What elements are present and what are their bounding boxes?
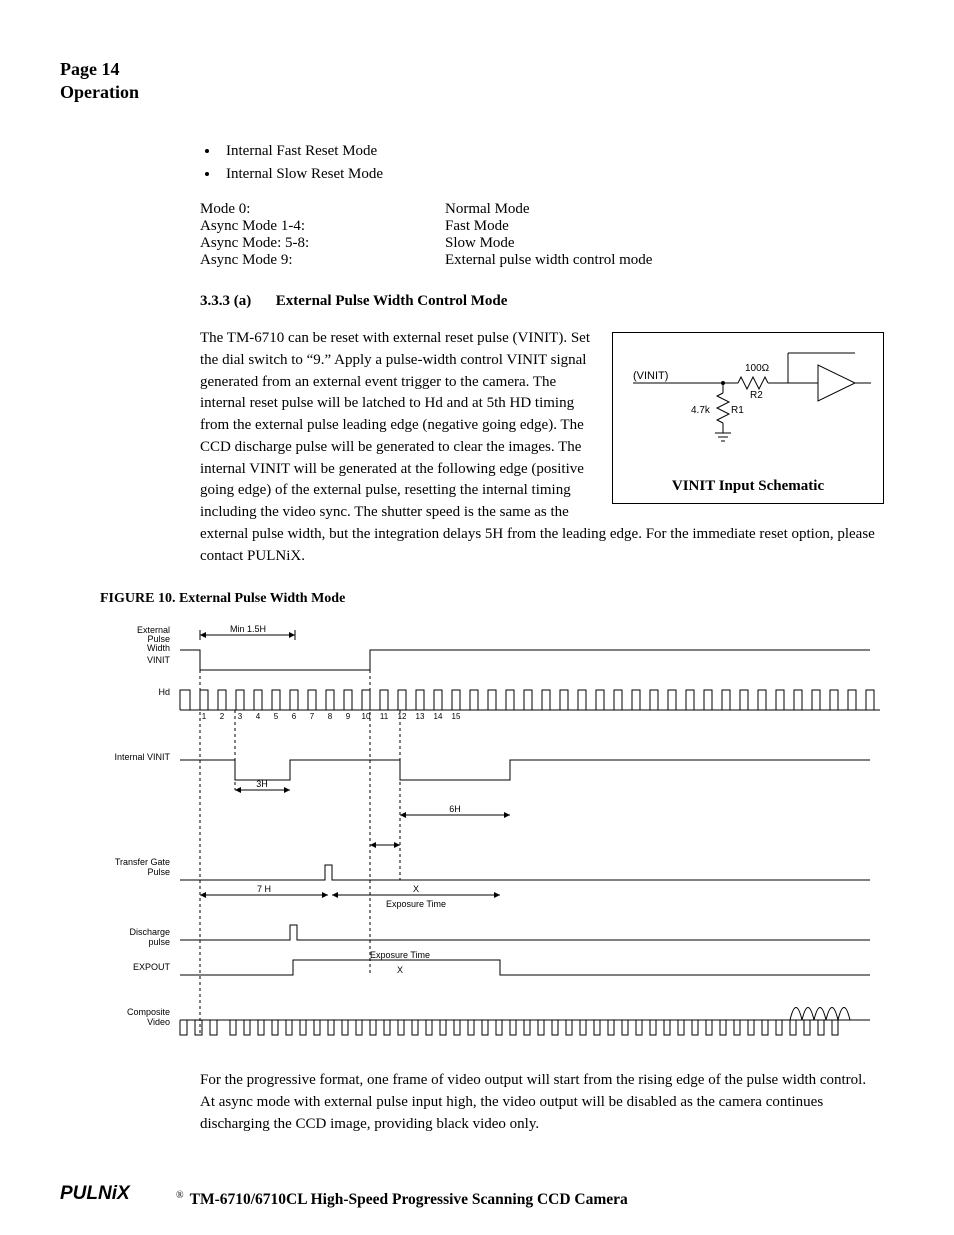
- timing-label: VINIT: [147, 655, 171, 665]
- pulnix-logo-icon: PULNiX: [60, 1182, 170, 1204]
- schematic-r1-label: R1: [731, 405, 744, 416]
- timing-annotation: 6H: [449, 804, 461, 814]
- bullet-item: Internal Fast Reset Mode: [220, 143, 884, 160]
- timing-annotation: Exposure Time: [370, 950, 430, 960]
- timing-label: Hd: [158, 687, 170, 697]
- timing-annotation: X: [413, 884, 419, 894]
- mode-value: Slow Mode: [445, 235, 884, 252]
- body-paragraph-2: For the progressive format, one frame of…: [200, 1070, 884, 1135]
- page-header: Page 14 Operation: [60, 58, 894, 103]
- timing-label: Transfer GatePulse: [115, 857, 170, 877]
- section-name: Operation: [60, 81, 894, 104]
- mode-table: Mode 0: Normal Mode Async Mode 1-4: Fast…: [200, 201, 884, 269]
- hd-number: 12: [398, 712, 407, 721]
- timing-annotation: 7 H: [257, 884, 271, 894]
- schematic-r100-label: 100Ω: [745, 363, 770, 374]
- schematic-caption: VINIT Input Schematic: [621, 478, 875, 495]
- mode-value: Fast Mode: [445, 218, 884, 235]
- mode-row: Async Mode: 5-8: Slow Mode: [200, 235, 884, 252]
- schematic-vinit-label: (VINIT): [633, 370, 668, 382]
- footer-title: TM-6710/6710CL High-Speed Progressive Sc…: [190, 1191, 628, 1209]
- hd-number: 14: [434, 712, 443, 721]
- timing-annotation: 3H: [256, 779, 268, 789]
- subsection-heading: 3.3.3 (a) External Pulse Width Control M…: [200, 293, 884, 310]
- timing-diagram: ExternalPulseWidth VINIT Hd Internal VIN…: [100, 615, 894, 1050]
- timing-label: Dischargepulse: [129, 927, 170, 947]
- registered-mark: ®: [176, 1190, 184, 1201]
- mode-label: Async Mode: 5-8:: [200, 235, 445, 252]
- hd-number: 6: [292, 712, 297, 721]
- timing-annotation: Min 1.5H: [230, 624, 266, 634]
- schematic-icon: (VINIT) 100Ω R2 4.7k: [623, 343, 873, 453]
- schematic-r2-label: R2: [750, 390, 763, 401]
- hd-number: 4: [256, 712, 261, 721]
- hd-number: 15: [452, 712, 461, 721]
- hd-number: 7: [310, 712, 315, 721]
- hd-number: 3: [238, 712, 243, 721]
- hd-number: 13: [416, 712, 425, 721]
- page-footer: PULNiX ® TM-6710/6710CL High-Speed Progr…: [60, 1182, 894, 1209]
- timing-label: ExternalPulseWidth: [137, 625, 170, 653]
- figure-number: FIGURE 10.: [100, 591, 175, 606]
- subsection-number: 3.3.3 (a): [200, 293, 272, 310]
- schematic-r47-label: 4.7k: [691, 405, 711, 416]
- mode-row: Async Mode 9: External pulse width contr…: [200, 252, 884, 269]
- page-number: Page 14: [60, 58, 894, 81]
- hd-number: 9: [346, 712, 351, 721]
- hd-number: 8: [328, 712, 333, 721]
- hd-number: 5: [274, 712, 279, 721]
- mode-label: Async Mode 1-4:: [200, 218, 445, 235]
- mode-row: Mode 0: Normal Mode: [200, 201, 884, 218]
- svg-text:PULNiX: PULNiX: [60, 1183, 131, 1204]
- timing-label: Internal VINIT: [114, 752, 170, 762]
- bullet-item: Internal Slow Reset Mode: [220, 166, 884, 183]
- mode-row: Async Mode 1-4: Fast Mode: [200, 218, 884, 235]
- mode-value: External pulse width control mode: [445, 252, 884, 269]
- schematic-box: (VINIT) 100Ω R2 4.7k: [612, 332, 884, 504]
- bullet-list: Internal Fast Reset Mode Internal Slow R…: [200, 143, 884, 183]
- figure-caption: FIGURE 10. External Pulse Width Mode: [100, 591, 894, 607]
- timing-annotation: X: [397, 965, 403, 975]
- hd-number: 1: [202, 712, 207, 721]
- timing-label: EXPOUT: [133, 962, 171, 972]
- timing-annotation: Exposure Time: [386, 899, 446, 909]
- timing-label: CompositeVideo: [127, 1007, 170, 1027]
- mode-label: Mode 0:: [200, 201, 445, 218]
- mode-value: Normal Mode: [445, 201, 884, 218]
- hd-number: 2: [220, 712, 225, 721]
- subsection-title: External Pulse Width Control Mode: [276, 293, 508, 309]
- mode-label: Async Mode 9:: [200, 252, 445, 269]
- hd-number: 11: [380, 712, 389, 721]
- figure-title: External Pulse Width Mode: [179, 591, 345, 606]
